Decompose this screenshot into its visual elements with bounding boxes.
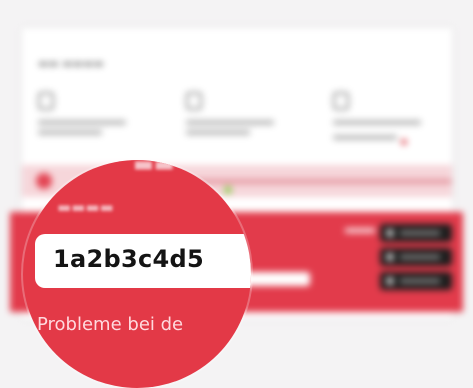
card-heading: ▬▬ ▬▬▬▬	[38, 57, 104, 70]
step-1	[38, 92, 148, 140]
magnifier-lens: ▬▬ ▬▬▬▬ 1a2b3c4d5 Probleme bei de	[23, 160, 251, 388]
step-icon	[333, 92, 349, 110]
magnified-heading-blur: ▬▬	[133, 160, 175, 177]
check-icon	[224, 186, 232, 194]
store-badge-3[interactable]	[380, 272, 452, 290]
code-input[interactable]: 1a2b3c4d5	[35, 234, 251, 288]
info-icon	[36, 173, 52, 189]
step-3	[333, 92, 443, 149]
problem-link[interactable]: Probleme bei de	[37, 314, 183, 335]
step-icon	[38, 92, 54, 110]
code-value: 1a2b3c4d5	[53, 245, 204, 273]
store-badge-2[interactable]	[380, 248, 452, 266]
step-2	[186, 92, 296, 140]
store-badge-1[interactable]	[380, 224, 452, 242]
magnified-subheading-blur: ▬▬▬▬	[57, 198, 114, 216]
step-icon	[186, 92, 202, 110]
